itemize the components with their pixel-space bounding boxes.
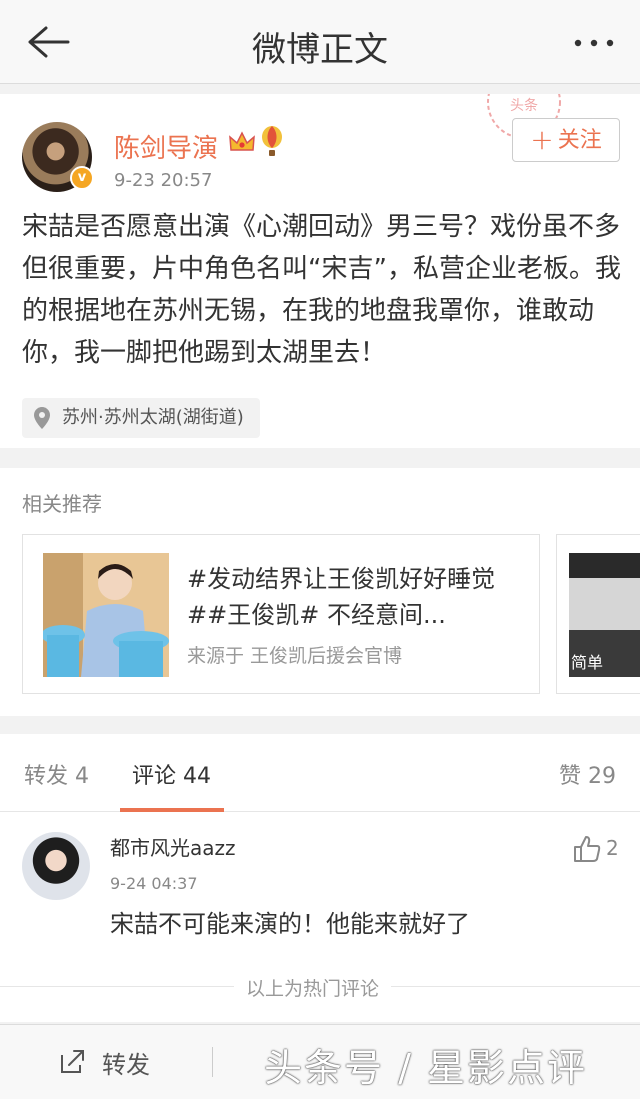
- repost-icon[interactable]: [58, 1047, 88, 1075]
- comment-time: 9-24 04:37: [110, 874, 198, 893]
- commenter-name[interactable]: 都市风光aazz: [110, 832, 236, 861]
- repost-button[interactable]: 转发: [102, 1045, 150, 1080]
- watermark: 头条号 / 星影点评: [264, 1046, 587, 1090]
- post-tabs: 转发 4 评论 44 赞 29: [0, 734, 640, 812]
- verified-badge-icon: v: [70, 166, 94, 190]
- tab-likes[interactable]: 赞 29: [559, 758, 616, 790]
- hot-comments-label: 以上为热门评论: [234, 974, 392, 1001]
- tab-comments[interactable]: 评论 44: [132, 758, 211, 790]
- comment-like-count: 2: [606, 836, 619, 860]
- author-name[interactable]: 陈剑导演: [114, 128, 218, 165]
- stamp-text: 头条: [510, 97, 538, 114]
- post-text: 宋喆是否愿意出演《心潮回动》男三号？戏份虽不多但很重要，片中角色名叫“宋吉”，私…: [22, 212, 621, 368]
- location-pin-icon: [34, 407, 50, 429]
- related-title: #发动结界让王俊凯好好睡觉##王俊凯# 不经意间...: [187, 565, 496, 629]
- crown-icon: [229, 131, 255, 151]
- related-thumbnail: [43, 553, 169, 677]
- weibo-post-card: v 陈剑导演 9-23 20:57 头条 + 关注 宋喆是否愿意出演《心潮回动》男…: [0, 94, 640, 448]
- related-source: 来源于 王俊凯后援会官博: [187, 645, 403, 667]
- follow-button[interactable]: + 关注: [512, 118, 620, 162]
- post-time: 9-23 20:57: [114, 170, 213, 191]
- tab-repost[interactable]: 转发 4: [24, 758, 89, 790]
- more-options-icon[interactable]: [572, 28, 616, 58]
- related-card[interactable]: 简单: [556, 534, 640, 694]
- related-header: 相关推荐: [22, 492, 102, 516]
- location-label: 苏州·苏州太湖(湖街道): [62, 407, 244, 428]
- action-divider: [212, 1047, 213, 1077]
- related-thumbnail-label: 简单: [571, 653, 604, 672]
- commenter-avatar[interactable]: [22, 832, 90, 900]
- related-thumbnail-image: [43, 553, 169, 677]
- comment-item: 都市风光aazz 9-24 04:37 宋喆不可能来演的！他能来就好了 2 以上…: [0, 812, 640, 1022]
- thumbs-up-icon[interactable]: [572, 834, 602, 864]
- related-recommendations: 相关推荐 #发动结界让王俊凯好好睡觉##王俊凯# 不经意间... 来源于 王俊凯…: [0, 468, 640, 716]
- related-thumbnail: 简单: [569, 553, 640, 677]
- balloon-icon: [262, 126, 282, 156]
- page-title: 微博正文: [252, 30, 388, 70]
- location-tag[interactable]: 苏州·苏州太湖(湖街道): [22, 398, 260, 438]
- comment-text: 宋喆不可能来演的！他能来就好了: [110, 910, 470, 938]
- bottom-action-bar: 转发 头条号 / 星影点评: [0, 1024, 640, 1099]
- related-card[interactable]: #发动结界让王俊凯好好睡觉##王俊凯# 不经意间... 来源于 王俊凯后援会官博: [22, 534, 540, 694]
- top-nav-bar: 微博正文: [0, 0, 640, 84]
- follow-label: 关注: [557, 128, 602, 153]
- plus-icon: +: [530, 123, 554, 156]
